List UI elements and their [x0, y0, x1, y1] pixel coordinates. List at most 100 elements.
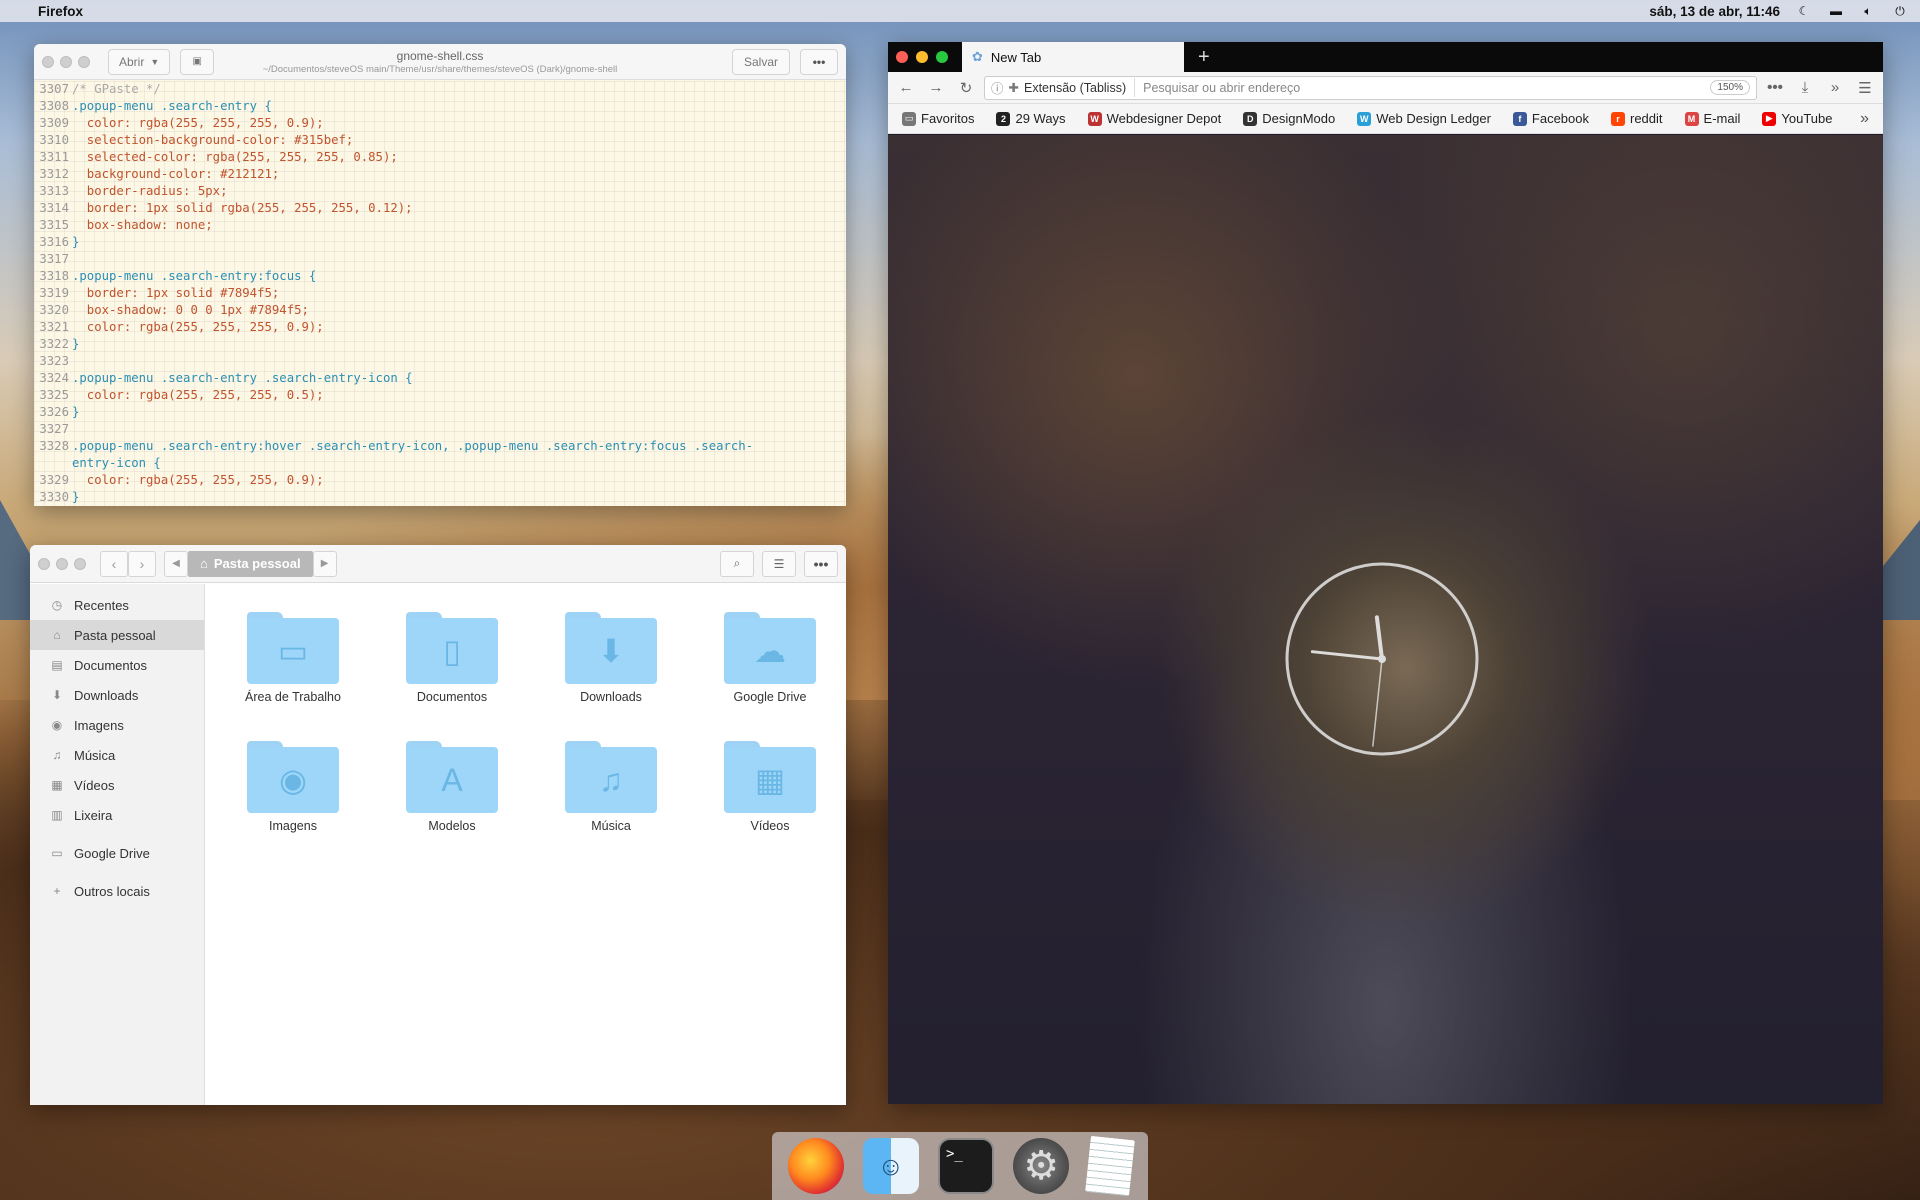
menu-button[interactable]: ••• [800, 48, 838, 75]
folder-glyph: A [441, 761, 463, 798]
folder-icon: ☁ [724, 612, 816, 684]
bookmark-item[interactable]: D DesignModo [1243, 111, 1335, 126]
folder-item[interactable]: ⬇ Downloads [541, 612, 681, 704]
file-manager-header: ‹ › ◀ ⌂ Pasta pessoal ▶ ⌕ ☰ ••• [30, 545, 846, 583]
search-button[interactable]: ⌕ [720, 550, 754, 577]
code-line: 3326} [34, 404, 846, 421]
sidebar-item-imagens[interactable]: ◉ Imagens [30, 710, 204, 740]
firefox-window: ✿ New Tab + ← → ↻ ⓘ ✚ Extensão (Tabliss) Pe… [888, 42, 1883, 1104]
folder-item[interactable]: ◉ Imagens [223, 741, 363, 833]
sidebar-item-downloads[interactable]: ⬇ Downloads [30, 680, 204, 710]
bookmark-item[interactable]: ▶ YouTube [1762, 111, 1832, 126]
line-text: entry-icon { [72, 456, 161, 470]
bookmarks-overflow-icon[interactable]: » [1860, 110, 1869, 128]
open-button[interactable]: Abrir ▼ [108, 48, 171, 75]
sidebar-item-label: Vídeos [74, 777, 115, 793]
sidebar-item-label: Documentos [74, 657, 147, 673]
sidebar-item-vídeos[interactable]: ▦ Vídeos [30, 770, 204, 800]
forward-button[interactable]: › [128, 550, 156, 577]
settings-icon[interactable]: ⚙ [1013, 1138, 1070, 1194]
folder-grid: ▭ Área de Trabalho ▯ Documentos ⬇ Downloads ☁ G… [206, 584, 846, 1105]
file-manager-window: ‹ › ◀ ⌂ Pasta pessoal ▶ ⌕ ☰ ••• ◷ Recentes… [30, 545, 846, 1105]
reload-icon[interactable]: ↻ [954, 79, 978, 97]
download-icon[interactable]: ⤓ [1793, 79, 1817, 96]
line-text: background-color: #212121; [72, 167, 280, 181]
maximize-button[interactable] [78, 55, 90, 68]
active-app-name[interactable]: Firefox [38, 4, 83, 19]
bookmark-item[interactable]: W Web Design Ledger [1357, 111, 1491, 126]
night-mode-icon[interactable]: ☾ [1796, 4, 1812, 18]
close-button[interactable] [38, 557, 50, 570]
line-text: /* GPaste */ [72, 82, 161, 96]
folder-item[interactable]: ▯ Documentos [382, 612, 522, 704]
extension-indicator[interactable]: ⓘ ✚ Extensão (Tabliss) [991, 78, 1136, 97]
date-time[interactable]: sáb, 13 de abr, 11:46 [1649, 4, 1780, 19]
zoom-level[interactable]: 150% [1710, 80, 1750, 95]
sidebar-item-recentes[interactable]: ◷ Recentes [30, 590, 204, 620]
path-right-button[interactable]: ▶ [312, 550, 337, 577]
path-left-button[interactable]: ◀ [164, 550, 188, 577]
sidebar-item-pasta-pessoal[interactable]: ⌂ Pasta pessoal [30, 620, 204, 650]
line-text: color: rgba(255, 255, 255, 0.5); [72, 388, 324, 402]
page-actions-icon[interactable]: ••• [1763, 79, 1787, 96]
folder-item[interactable]: A Modelos [382, 741, 522, 833]
back-button[interactable]: ‹ [100, 550, 128, 577]
save-button[interactable]: Salvar [732, 48, 790, 75]
bookmark-item[interactable]: W Webdesigner Depot [1087, 111, 1221, 126]
close-button[interactable] [896, 51, 908, 63]
keyboard-icon[interactable]: ▬ [1828, 4, 1844, 18]
view-list-button[interactable]: ☰ [762, 550, 796, 577]
url-bar[interactable]: ⓘ ✚ Extensão (Tabliss) Pesquisar ou abrir … [984, 75, 1757, 100]
line-text: } [72, 235, 80, 249]
maximize-button[interactable] [936, 51, 948, 63]
code-line: entry-icon { [34, 455, 846, 472]
code-area[interactable]: 3307/* GPaste */3308 .popup-menu .search-… [34, 81, 846, 506]
line-text: .popup-menu .search-entry .search-entry-… [72, 371, 413, 385]
sidebar-item-música[interactable]: ♫ Música [30, 740, 204, 770]
line-text: selected-color: rgba(255, 255, 255, 0.85… [72, 150, 398, 164]
sidebar-item-documentos[interactable]: ▤ Documentos [30, 650, 204, 680]
forward-arrow-icon[interactable]: → [924, 79, 948, 96]
folder-item[interactable]: ▭ Área de Trabalho [223, 612, 363, 704]
tab-new-tab[interactable]: ✿ New Tab [962, 42, 1184, 72]
bookmark-item[interactable]: ▭ Favoritos [902, 111, 974, 126]
volume-icon[interactable]: 🔈︎ [1860, 4, 1876, 18]
power-icon[interactable]: ⏻ [1892, 4, 1908, 18]
minimize-button[interactable] [916, 51, 928, 63]
firefox-icon[interactable] [787, 1138, 844, 1194]
sidebar-item-label: Lixeira [74, 807, 113, 823]
bookmark-item[interactable]: 2 29 Ways [996, 111, 1066, 126]
hamburger-menu-icon[interactable]: ☰ [1853, 79, 1877, 97]
menu-button[interactable]: ••• [804, 550, 838, 577]
folder-item[interactable]: ▦ Vídeos [700, 741, 840, 833]
code-line: 3328 .popup-menu .search-entry:hover .sea… [34, 438, 846, 455]
breadcrumb-label: Pasta pessoal [213, 556, 301, 571]
folder-label: Google Drive [733, 690, 807, 704]
new-document-button[interactable]: ▣ [180, 48, 215, 75]
folder-item[interactable]: ♫ Música [541, 741, 681, 833]
sidebar-item-google-drive[interactable]: ▭ Google Drive [30, 838, 204, 868]
text-editor-icon[interactable] [1085, 1135, 1136, 1197]
top-bar: Firefox sáb, 13 de abr, 11:46 ☾ ▬ 🔈︎ ⏻ [0, 0, 1920, 22]
overflow-chevron-icon[interactable]: » [1823, 79, 1847, 96]
folder-label: Vídeos [750, 819, 790, 833]
maximize-button[interactable] [74, 557, 86, 570]
folder-item[interactable]: ☁ Google Drive [700, 612, 840, 704]
minimize-button[interactable] [56, 557, 68, 570]
terminal-icon[interactable]: >_ [937, 1138, 994, 1194]
line-number: 3326 [39, 405, 69, 419]
line-number: 3328 [39, 439, 69, 453]
close-button[interactable] [42, 55, 54, 68]
bookmark-item[interactable]: r reddit [1611, 111, 1663, 126]
finder-icon[interactable]: ☺ [862, 1138, 919, 1194]
sidebar-item-outros-locais[interactable]: + Outros locais [30, 876, 204, 906]
tab-title: New Tab [990, 49, 1042, 65]
bookmark-item[interactable]: f Facebook [1512, 111, 1589, 126]
sidebar-item-lixeira[interactable]: ▥ Lixeira [30, 800, 204, 830]
back-arrow-icon[interactable]: ← [894, 79, 918, 96]
minimize-button[interactable] [60, 55, 72, 68]
new-tab-button[interactable]: + [1198, 46, 1210, 69]
breadcrumb[interactable]: ⌂ Pasta pessoal [188, 550, 313, 577]
bookmark-item[interactable]: M E-mail [1684, 111, 1740, 126]
line-text: } [72, 490, 80, 504]
